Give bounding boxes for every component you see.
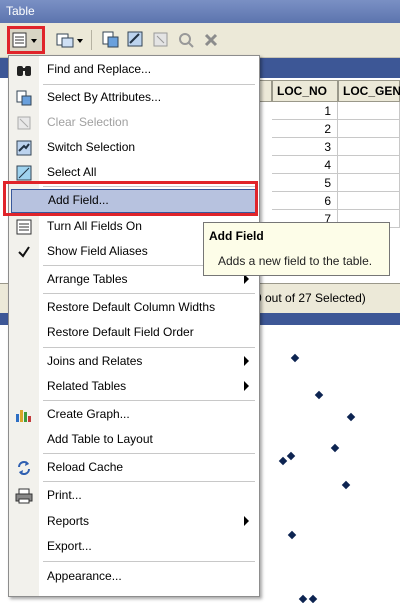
menu-item-create-graph[interactable]: Create Graph... — [9, 403, 259, 427]
zoom-to-selected-button[interactable] — [175, 29, 197, 51]
related-tables-button[interactable] — [55, 29, 85, 51]
table-cell[interactable]: 6 — [272, 192, 338, 210]
switch-selection-icon — [15, 139, 33, 157]
table-cell[interactable]: 1 — [272, 102, 338, 120]
window-title-bar: Table — [0, 0, 400, 23]
menu-item-reload-cache[interactable]: Reload Cache — [9, 456, 259, 480]
related-tables-icon — [56, 33, 83, 48]
menu-item-clear-selection[interactable]: Clear Selection — [9, 111, 259, 135]
menu-item-add-table-to-layout[interactable]: Add Table to Layout — [9, 428, 259, 452]
menu-item-label: Add Table to Layout — [47, 432, 153, 446]
clear-selection-icon — [153, 32, 168, 47]
bar-chart-icon — [15, 406, 33, 424]
menu-item-select-by-attributes[interactable]: Select By Attributes... — [9, 86, 259, 110]
menu-item-label: Restore Default Field Order — [47, 325, 194, 339]
tooltip-title: Add Field — [209, 229, 264, 243]
delete-x-icon — [204, 33, 218, 47]
clear-selection-button[interactable] — [150, 29, 172, 51]
window-title: Table — [6, 4, 35, 18]
menu-item-label: Restore Default Column Widths — [47, 300, 216, 314]
table-cell-empty[interactable] — [338, 192, 400, 210]
menu-item-label: Export... — [47, 539, 92, 553]
column-header-loc-no[interactable]: LOC_NO — [272, 80, 338, 102]
table-options-icon — [12, 32, 37, 48]
menu-item-reports[interactable]: Reports — [9, 510, 259, 534]
menu-separator — [43, 84, 255, 85]
table-options-button[interactable] — [7, 26, 45, 54]
reload-icon — [15, 459, 33, 477]
selection-count: 0 out of 27 Selected) — [255, 291, 366, 305]
select-by-attributes-icon — [102, 31, 119, 48]
zoom-to-selected-icon — [179, 33, 194, 48]
menu-item-label: Show Field Aliases — [47, 244, 148, 258]
table-cell[interactable]: 2 — [272, 120, 338, 138]
menu-separator — [43, 561, 255, 562]
table-fields-icon — [15, 218, 33, 236]
table-cell-empty[interactable] — [338, 102, 400, 120]
menu-item-label: Switch Selection — [47, 140, 136, 154]
table-cell-empty[interactable] — [338, 156, 400, 174]
menu-item-label: Reports — [47, 514, 90, 528]
column-header-label: LOC_GEN — [343, 84, 400, 98]
menu-item-label: Select By Attributes... — [47, 90, 162, 104]
submenu-arrow-icon — [244, 381, 249, 391]
binoculars-icon — [15, 61, 33, 79]
add-field-tooltip: Add Field Adds a new field to the table. — [203, 222, 390, 276]
table-cell[interactable]: 5 — [272, 174, 338, 192]
menu-item-label: Reload Cache — [47, 460, 124, 474]
table-cell-empty[interactable] — [338, 174, 400, 192]
table-cell[interactable]: 4 — [272, 156, 338, 174]
menu-item-find-and-replace[interactable]: Find and Replace... — [9, 58, 259, 82]
menu-item-label: Clear Selection — [47, 115, 129, 129]
menu-item-label: Print... — [47, 488, 82, 502]
tooltip-description: Adds a new field to the table. — [218, 254, 373, 268]
menu-item-appearance[interactable]: Appearance... — [9, 565, 259, 589]
switch-selection-icon — [127, 31, 143, 47]
menu-item-switch-selection[interactable]: Switch Selection — [9, 136, 259, 160]
menu-item-label: Turn All Fields On — [47, 219, 142, 233]
menu-item-label: Joins and Relates — [47, 354, 143, 368]
table-toolbar — [0, 23, 400, 58]
menu-item-print[interactable]: Print... — [9, 484, 259, 508]
menu-item-label: Select All — [47, 165, 97, 179]
menu-separator — [43, 400, 255, 401]
menu-separator — [43, 347, 255, 348]
switch-selection-button[interactable] — [125, 29, 147, 51]
table-options-menu: Find and Replace... Select By Attributes… — [8, 55, 260, 597]
menu-item-label: Appearance... — [47, 569, 122, 583]
menu-item-related-tables[interactable]: Related Tables — [9, 375, 259, 399]
menu-item-joins-and-relates[interactable]: Joins and Relates — [9, 350, 259, 374]
table-cell-empty[interactable] — [338, 120, 400, 138]
menu-item-label: Find and Replace... — [47, 62, 152, 76]
menu-item-restore-default-field-order[interactable]: Restore Default Field Order — [9, 321, 259, 345]
menu-separator — [43, 293, 255, 294]
menu-item-label: Create Graph... — [47, 407, 130, 421]
printer-icon — [15, 487, 33, 505]
submenu-arrow-icon — [244, 356, 249, 366]
toolbar-separator — [91, 30, 92, 50]
column-header-loc-gen[interactable]: LOC_GEN — [338, 80, 400, 102]
delete-selected-button[interactable] — [200, 29, 222, 51]
menu-separator — [43, 453, 255, 454]
menu-item-restore-default-column-widths[interactable]: Restore Default Column Widths — [9, 296, 259, 320]
add-field-callout-frame — [3, 181, 258, 216]
checkmark-icon — [15, 243, 33, 261]
table-cell-empty[interactable] — [338, 138, 400, 156]
clear-selection-icon — [15, 114, 33, 132]
select-by-attributes-icon — [15, 89, 33, 107]
column-header-label: LOC_NO — [277, 84, 328, 98]
select-by-attributes-button[interactable] — [100, 29, 122, 51]
table-cell[interactable]: 3 — [272, 138, 338, 156]
select-all-icon — [15, 164, 33, 182]
submenu-arrow-icon — [244, 516, 249, 526]
menu-separator — [43, 481, 255, 482]
menu-item-export[interactable]: Export... — [9, 535, 259, 559]
menu-item-label: Related Tables — [47, 379, 127, 393]
menu-item-label: Arrange Tables — [47, 272, 128, 286]
